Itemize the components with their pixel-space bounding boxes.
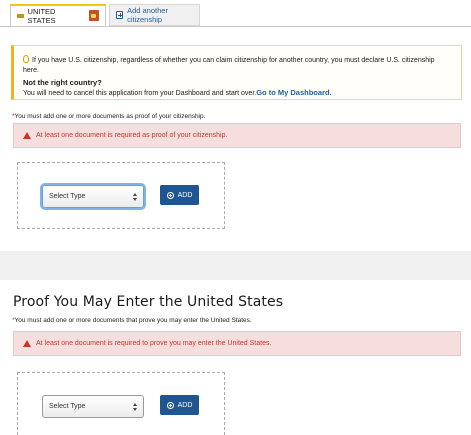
info-heading: Not the right country? bbox=[23, 78, 102, 87]
section-separator bbox=[0, 251, 471, 280]
country-badge-icon bbox=[88, 10, 99, 21]
info-text-2: You will need to cancel this application… bbox=[23, 89, 257, 97]
select-arrows-icon bbox=[133, 403, 138, 411]
entry-document-box: Select Type ADD bbox=[17, 372, 225, 435]
tab-add-citizenship[interactable]: Add another citizenship bbox=[109, 4, 200, 26]
requirement-text: You must add one or more documents that … bbox=[14, 317, 252, 324]
select-value: Select Type bbox=[49, 193, 86, 200]
plus-circle-icon bbox=[166, 191, 174, 199]
tab-add-citizenship-label: Add another citizenship bbox=[127, 6, 168, 24]
add-label: ADD bbox=[177, 401, 193, 409]
plus-circle-icon bbox=[166, 401, 174, 409]
entry-requirement-note: *You must add one or more documents that… bbox=[12, 317, 252, 324]
lightbulb-icon bbox=[23, 55, 29, 63]
citizenship-type-select[interactable]: Select Type bbox=[42, 185, 144, 208]
requirement-text: You must add one or more documents as pr… bbox=[14, 113, 206, 120]
citizenship-info-box: If you have U.S. citizenship, regardless… bbox=[11, 45, 462, 100]
entry-add-button[interactable]: ADD bbox=[160, 395, 199, 415]
select-arrows-icon bbox=[133, 193, 138, 201]
citizenship-tabs: UNITED STATES Add another citizenship bbox=[10, 4, 200, 26]
warning-icon bbox=[23, 132, 31, 139]
tab-divider bbox=[0, 26, 471, 27]
info-text: If you have U.S. citizenship, regardless… bbox=[23, 57, 435, 74]
tab-united-states[interactable]: UNITED STATES bbox=[10, 4, 106, 26]
tab-united-states-label: UNITED STATES bbox=[27, 6, 56, 25]
citizenship-error-alert: At least one document is required as pro… bbox=[13, 123, 461, 148]
dashboard-link[interactable]: Go to My Dashboard. bbox=[256, 88, 331, 97]
alert-text: At least one document is required to pro… bbox=[36, 340, 272, 347]
alert-text: At least one document is required as pro… bbox=[36, 132, 228, 139]
entry-error-alert: At least one document is required to pro… bbox=[13, 331, 461, 356]
citizenship-requirement-note: *You must add one or more documents as p… bbox=[12, 113, 205, 120]
info-line-2: You will need to cancel this application… bbox=[23, 88, 452, 99]
citizenship-add-button[interactable]: ADD bbox=[160, 185, 199, 205]
add-label: ADD bbox=[177, 191, 193, 199]
section-title: Proof You May Enter the United States bbox=[13, 294, 284, 310]
plus-box-icon bbox=[116, 11, 124, 19]
info-line: If you have U.S. citizenship, regardless… bbox=[23, 55, 452, 75]
warning-icon bbox=[23, 340, 31, 347]
flag-icon bbox=[17, 13, 24, 18]
entry-type-select[interactable]: Select Type bbox=[42, 395, 144, 418]
citizenship-document-box: Select Type ADD bbox=[17, 162, 225, 229]
select-value: Select Type bbox=[49, 403, 86, 410]
